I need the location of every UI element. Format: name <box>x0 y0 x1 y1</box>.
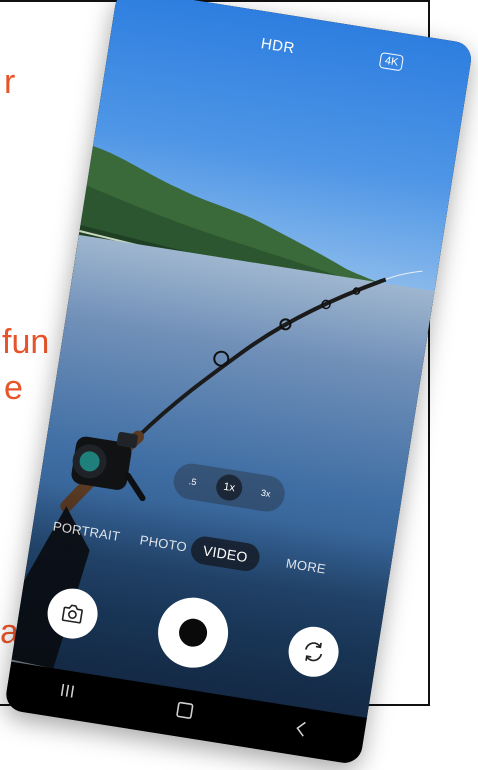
back-icon <box>296 721 306 737</box>
camera-viewfinder[interactable]: HDR 4K .5 1x 3x PORTRAIT PHOTO VIDEO MOR… <box>3 0 474 766</box>
flip-camera-icon <box>304 642 323 662</box>
zoom-option-1x[interactable]: 1x <box>214 472 245 503</box>
camera-icon <box>61 604 83 624</box>
recents-button[interactable] <box>58 682 77 705</box>
recents-icon <box>60 683 75 698</box>
slide-text-fragment: r <box>4 63 16 101</box>
slide-text-fragment: fun <box>2 323 50 361</box>
record-icon <box>177 616 210 649</box>
mode-photo[interactable]: PHOTO <box>139 532 188 554</box>
home-button[interactable] <box>174 700 195 726</box>
page: r fun e a” <box>0 0 478 770</box>
zoom-option-3x[interactable]: 3x <box>251 478 281 508</box>
resolution-badge[interactable]: 4K <box>378 51 405 72</box>
slide-border-top <box>0 0 430 2</box>
back-button[interactable] <box>292 719 309 744</box>
zoom-option-0-5[interactable]: .5 <box>178 467 208 497</box>
phone-screen: HDR 4K .5 1x 3x PORTRAIT PHOTO VIDEO MOR… <box>3 0 474 766</box>
slide-text-fragment: e <box>4 369 23 407</box>
mode-portrait[interactable]: PORTRAIT <box>52 519 121 544</box>
home-icon <box>176 701 194 719</box>
mode-more[interactable]: MORE <box>285 555 327 576</box>
